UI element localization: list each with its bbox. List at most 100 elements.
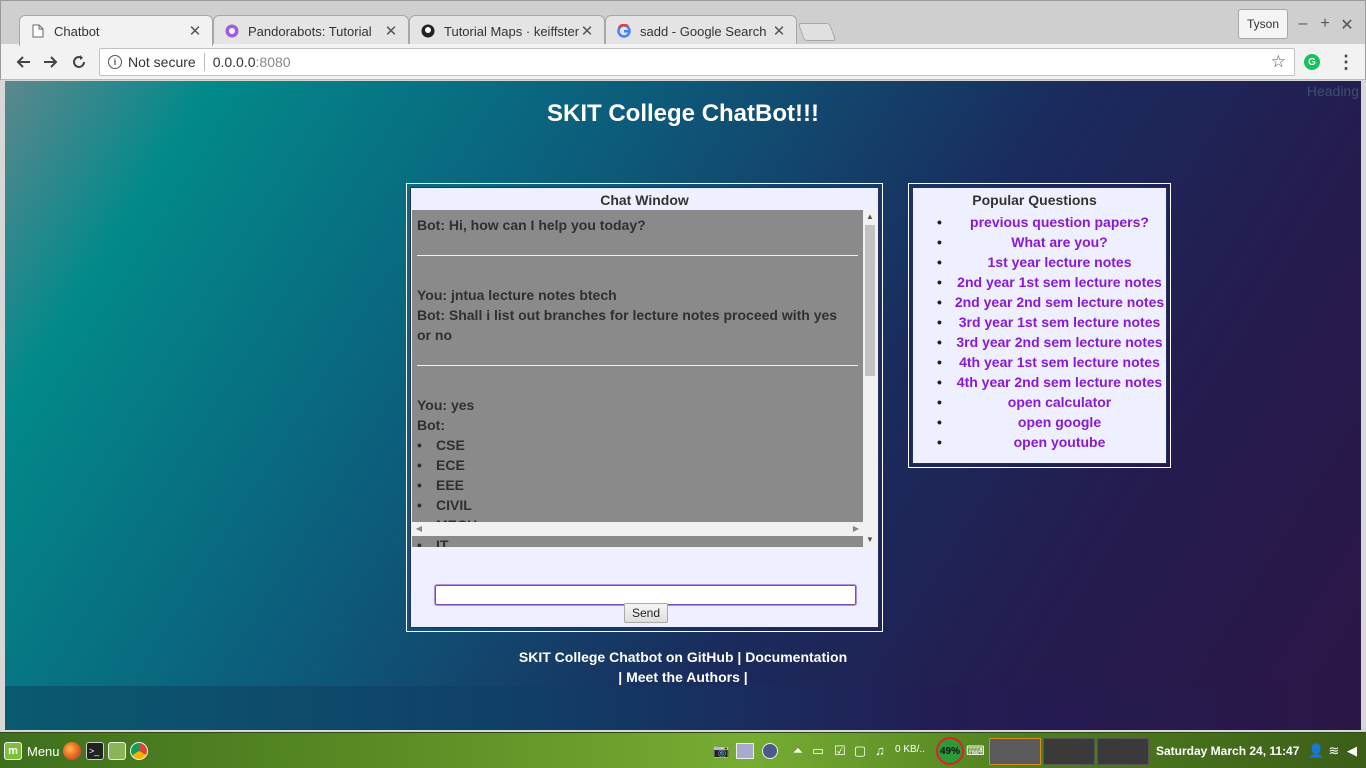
- close-icon[interactable]: ✕: [188, 22, 202, 40]
- tab-pandorabots[interactable]: Pandorabots: Tutorial ✕: [213, 15, 409, 46]
- tab-label: Tutorial Maps · keiffster: [444, 23, 580, 39]
- checkbox-icon[interactable]: ☑: [832, 743, 848, 759]
- forward-icon[interactable]: [39, 50, 63, 74]
- browser-menu-icon[interactable]: ⋮: [1337, 52, 1355, 73]
- info-icon[interactable]: i: [108, 55, 122, 69]
- user-icon[interactable]: 👤: [1308, 743, 1324, 759]
- close-icon[interactable]: ✕: [384, 22, 398, 40]
- scroll-left-icon[interactable]: ◀: [412, 522, 426, 536]
- firefox-icon[interactable]: [63, 742, 81, 760]
- popular-question-link[interactable]: previous question papers?: [913, 212, 1166, 232]
- google-icon: [616, 23, 632, 39]
- popular-question-link[interactable]: 3rd year 2nd sem lecture notes: [913, 332, 1166, 352]
- url-host: 0.0.0.0: [212, 54, 256, 70]
- terminal-icon[interactable]: >_: [86, 742, 104, 760]
- scroll-right-icon[interactable]: ▶: [849, 522, 863, 536]
- tab-label: sadd - Google Search: [640, 23, 767, 39]
- page-icon: [30, 23, 46, 39]
- horizontal-scrollbar[interactable]: ◀ ▶: [412, 522, 863, 536]
- github-icon: [420, 23, 436, 39]
- files-icon[interactable]: [108, 742, 126, 760]
- workspace-3[interactable]: [1097, 738, 1149, 765]
- night-mode-icon[interactable]: [762, 743, 778, 759]
- list-item: CIVIL: [417, 495, 852, 515]
- address-bar[interactable]: i Not secure 0.0.0.0:8080 ☆: [99, 48, 1295, 76]
- reload-icon[interactable]: [67, 50, 91, 74]
- tab-label: Chatbot: [54, 23, 100, 39]
- page-title: SKIT College ChatBot!!!: [547, 100, 819, 127]
- popular-question-link[interactable]: 4th year 1st sem lecture notes: [913, 352, 1166, 372]
- send-button[interactable]: Send: [624, 603, 668, 623]
- popular-question-link[interactable]: 2nd year 1st sem lecture notes: [913, 272, 1166, 292]
- popular-questions-title: Popular Questions: [972, 192, 1097, 208]
- scroll-up-icon[interactable]: ▲: [863, 210, 877, 224]
- popular-question-link[interactable]: open youtube: [913, 432, 1166, 452]
- popular-question-link[interactable]: 4th year 2nd sem lecture notes: [913, 372, 1166, 392]
- new-tab-button[interactable]: [797, 23, 837, 41]
- list-item: IT: [417, 535, 852, 547]
- upload-icon[interactable]: ⏶: [790, 743, 806, 759]
- bookmark-star-icon[interactable]: ☆: [1271, 52, 1286, 72]
- window-close-icon[interactable]: ✕: [1339, 15, 1355, 35]
- grammarly-extension-icon[interactable]: G: [1304, 54, 1320, 70]
- browser-toolbar: i Not secure 0.0.0.0:8080 ☆ G ⋮: [0, 44, 1366, 80]
- display-icon[interactable]: ▭: [810, 743, 826, 759]
- workspace-1[interactable]: [989, 738, 1041, 765]
- volume-icon[interactable]: ◀: [1344, 743, 1360, 759]
- workspace-2[interactable]: [1043, 738, 1095, 765]
- list-item: ECE: [417, 455, 852, 475]
- chrome-icon[interactable]: [130, 742, 148, 760]
- close-icon[interactable]: ✕: [772, 22, 786, 40]
- back-icon[interactable]: [11, 50, 35, 74]
- clock[interactable]: Saturday March 24, 11:47: [1156, 744, 1299, 758]
- tab-github[interactable]: Tutorial Maps · keiffster ✕: [409, 15, 605, 46]
- list-item: EEE: [417, 475, 852, 495]
- popular-questions: Popular Questions previous question pape…: [912, 187, 1167, 464]
- page-footer: SKIT College Chatbot on GitHub | Documen…: [5, 647, 1361, 686]
- popular-question-link[interactable]: 1st year lecture notes: [913, 252, 1166, 272]
- chat-log[interactable]: Bot: Hi, how can I help you today? You: …: [412, 210, 863, 547]
- meet-authors-link[interactable]: Meet the Authors: [626, 669, 740, 685]
- github-link[interactable]: SKIT College Chatbot on GitHub: [519, 649, 734, 665]
- music-icon[interactable]: ♫: [872, 743, 888, 759]
- tab-label: Pandorabots: Tutorial: [248, 23, 372, 39]
- popular-question-link[interactable]: open calculator: [913, 392, 1166, 412]
- footer-separator: |: [733, 649, 746, 665]
- network-speed: 0 KB/..: [895, 744, 926, 755]
- camera-icon[interactable]: 📷: [713, 743, 729, 759]
- maximize-icon[interactable]: +: [1317, 15, 1333, 33]
- browser-tab-bar: Chatbot ✕ Pandorabots: Tutorial ✕ Tutori…: [0, 0, 1366, 46]
- popular-question-link[interactable]: open google: [913, 412, 1166, 432]
- popular-questions-list: previous question papers? What are you? …: [913, 212, 1166, 452]
- popular-question-link[interactable]: What are you?: [913, 232, 1166, 252]
- minimize-icon[interactable]: –: [1295, 15, 1311, 33]
- chat-input[interactable]: [434, 584, 857, 606]
- popular-question-link[interactable]: 2nd year 2nd sem lecture notes: [913, 292, 1166, 312]
- url-port: :8080: [255, 54, 291, 70]
- divider: [203, 53, 205, 71]
- bot-message: Bot: Hi, how can I help you today?: [417, 217, 646, 233]
- battery-indicator[interactable]: 49%: [936, 737, 964, 765]
- wifi-icon[interactable]: ≋: [1326, 743, 1342, 759]
- heading-corner-text: Heading: [1306, 83, 1359, 99]
- documentation-link[interactable]: Documentation: [745, 649, 847, 665]
- popular-question-link[interactable]: 3rd year 1st sem lecture notes: [913, 312, 1166, 332]
- chat-window-panel: Chat Window Bot: Hi, how can I help you …: [406, 183, 883, 632]
- close-icon[interactable]: ✕: [580, 22, 594, 40]
- scrollbar-thumb[interactable]: [865, 225, 875, 376]
- vertical-scrollbar[interactable]: ▲ ▼: [863, 210, 877, 547]
- message-divider: [417, 365, 858, 366]
- list-item: CSE: [417, 435, 852, 455]
- mint-logo-icon: m: [4, 742, 22, 760]
- user-message: You: yes: [417, 397, 475, 413]
- keyboard-icon[interactable]: ⌨: [966, 743, 985, 759]
- profile-button[interactable]: Tyson: [1238, 9, 1288, 39]
- user-message: You: jntua lecture notes btech: [417, 287, 617, 303]
- footer-separator: |: [739, 669, 748, 685]
- start-menu-button[interactable]: m Menu: [4, 733, 60, 768]
- scroll-down-icon[interactable]: ▼: [863, 533, 877, 547]
- folder-icon[interactable]: ▢: [852, 743, 868, 759]
- screenshot-icon[interactable]: [736, 743, 754, 759]
- tab-google-search[interactable]: sadd - Google Search ✕: [605, 15, 797, 46]
- tab-chatbot[interactable]: Chatbot ✕: [19, 15, 213, 46]
